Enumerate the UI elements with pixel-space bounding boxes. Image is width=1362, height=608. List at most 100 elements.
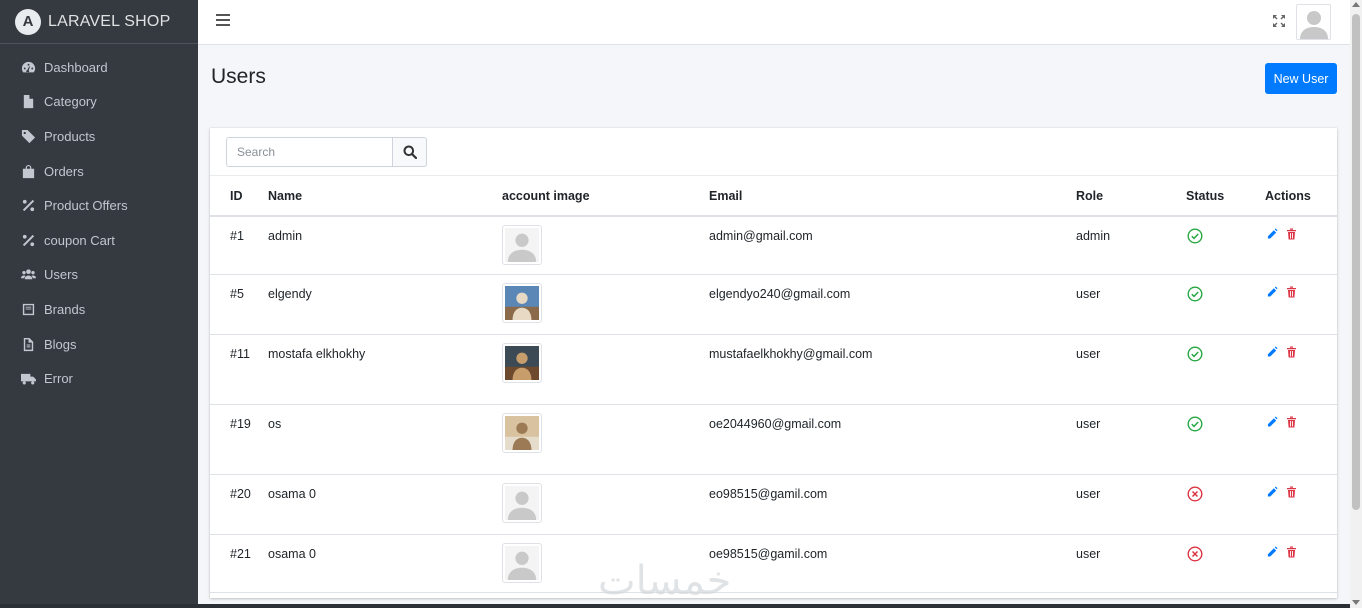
book-icon <box>20 301 36 317</box>
edit-pencil-icon[interactable] <box>1267 545 1278 558</box>
user-actions-cell <box>1265 274 1337 335</box>
sidebar-item-error[interactable]: Error <box>0 361 198 396</box>
user-id-cell: #5 <box>210 274 268 335</box>
column-header-status[interactable]: Status <box>1186 176 1265 217</box>
user-status-cell <box>1186 274 1265 335</box>
column-header-id[interactable]: ID <box>210 176 268 217</box>
user-actions-cell <box>1265 404 1337 475</box>
sidebar-item-users[interactable]: Users <box>0 258 198 293</box>
delete-trash-icon[interactable] <box>1286 416 1297 428</box>
tag-icon <box>20 128 36 144</box>
table-row: #11 mostafa elkhokhy mustafaelkhokhy@gmail… <box>210 334 1337 405</box>
user-name-cell: os <box>268 404 502 475</box>
scroll-up-arrow-icon[interactable] <box>1352 2 1360 7</box>
taskbar-edge <box>0 604 1350 608</box>
table-row: #21 osama 0 oe98515@gamil.com user <box>210 534 1337 593</box>
file-icon <box>20 94 36 110</box>
sidebar-item-blogs[interactable]: Blogs <box>0 327 198 362</box>
user-role-cell: admin <box>1076 216 1186 275</box>
delete-trash-icon[interactable] <box>1286 228 1297 240</box>
delete-trash-icon[interactable] <box>1286 346 1297 358</box>
percent-icon <box>20 232 36 248</box>
sidebar-item-category[interactable]: Category <box>0 85 198 120</box>
users-icon <box>20 267 36 283</box>
delete-trash-icon[interactable] <box>1286 546 1297 558</box>
fullscreen-icon[interactable] <box>1272 14 1286 28</box>
brand-name: LARAVEL SHOP <box>48 12 171 30</box>
user-actions-cell <box>1265 534 1337 593</box>
row-actions <box>1265 415 1337 428</box>
users-table: ID Name account image Email Role Status … <box>210 176 1337 593</box>
sidebar-item-brands[interactable]: Brands <box>0 292 198 327</box>
user-role-cell: user <box>1076 274 1186 335</box>
account-image-cell <box>502 404 709 475</box>
sidebar-item-product-offers[interactable]: Product Offers <box>0 188 198 223</box>
search-button[interactable] <box>393 137 427 167</box>
user-photo <box>502 282 542 323</box>
edit-pencil-icon[interactable] <box>1267 228 1278 240</box>
row-actions <box>1265 228 1337 240</box>
user-avatar[interactable] <box>1296 4 1331 40</box>
sidebar-item-coupon-cart[interactable]: coupon Cart <box>0 223 198 258</box>
sidebar: A LARAVEL SHOP Dashboard Category Produc… <box>0 0 198 608</box>
default-avatar <box>502 482 542 523</box>
column-header-name[interactable]: Name <box>268 176 502 217</box>
column-header-email[interactable]: Email <box>709 176 1076 217</box>
row-actions <box>1265 345 1337 358</box>
user-status-cell <box>1186 404 1265 475</box>
sidebar-item-label: Blogs <box>44 336 77 352</box>
check-circle-icon[interactable] <box>1187 228 1203 247</box>
edit-pencil-icon[interactable] <box>1267 345 1278 358</box>
top-navbar <box>198 0 1350 45</box>
sidebar-item-orders[interactable]: Orders <box>0 154 198 189</box>
edit-pencil-icon[interactable] <box>1267 485 1278 498</box>
sidebar-item-products[interactable]: Products <box>0 119 198 154</box>
sidebar-item-label: Category <box>44 94 97 110</box>
user-name-cell: osama 0 <box>268 534 502 593</box>
user-status-cell <box>1186 474 1265 535</box>
table-row: #19 os oe2044960@gmail.com user <box>210 404 1337 475</box>
column-header-account-image[interactable]: account image <box>502 176 709 217</box>
sidebar-item-label: Product Offers <box>44 198 128 214</box>
edit-pencil-icon[interactable] <box>1267 415 1278 428</box>
user-role-cell: user <box>1076 404 1186 475</box>
sidebar-item-label: Orders <box>44 163 84 179</box>
sidebar-nav: Dashboard Category Products Orders Produ… <box>0 50 198 396</box>
check-circle-icon[interactable] <box>1187 285 1203 305</box>
hamburger-menu-icon[interactable] <box>216 14 230 28</box>
user-photo <box>502 412 542 453</box>
user-name-cell: admin <box>268 216 502 275</box>
sidebar-item-dashboard[interactable]: Dashboard <box>0 50 198 85</box>
scrollbar-thumb[interactable] <box>1352 14 1360 510</box>
table-row: #1 admin admin@gmail.com admin <box>210 216 1337 275</box>
delete-trash-icon[interactable] <box>1286 286 1297 298</box>
user-role-cell: user <box>1076 474 1186 535</box>
delete-trash-icon[interactable] <box>1286 486 1297 498</box>
x-circle-icon[interactable] <box>1187 545 1203 565</box>
account-image-cell <box>502 216 709 275</box>
user-id-cell: #21 <box>210 534 268 593</box>
page-scrollbar[interactable] <box>1350 0 1362 608</box>
scroll-down-arrow-icon[interactable] <box>1352 600 1360 605</box>
user-name-cell: osama 0 <box>268 474 502 535</box>
sidebar-item-label: Brands <box>44 301 86 317</box>
brand[interactable]: A LARAVEL SHOP <box>0 0 198 44</box>
search-input[interactable] <box>226 137 393 167</box>
column-header-role[interactable]: Role <box>1076 176 1186 217</box>
sidebar-item-label: Users <box>44 267 78 283</box>
check-circle-icon[interactable] <box>1187 345 1203 365</box>
check-circle-icon[interactable] <box>1187 415 1203 435</box>
percent-icon <box>20 198 36 214</box>
user-status-cell <box>1186 334 1265 405</box>
users-table-body: #1 admin admin@gmail.com admin #5 elgendy elge… <box>210 216 1337 593</box>
user-email-cell: mustafaelkhokhy@gmail.com <box>709 334 1076 405</box>
users-card: ID Name account image Email Role Status … <box>210 128 1337 598</box>
row-actions <box>1265 485 1337 498</box>
shopping-bag-icon <box>20 163 36 179</box>
new-user-button[interactable]: New User <box>1265 63 1337 94</box>
user-id-cell: #20 <box>210 474 268 535</box>
x-circle-icon[interactable] <box>1187 485 1203 505</box>
table-row: #5 elgendy elgendyo240@gmail.com user <box>210 274 1337 335</box>
edit-pencil-icon[interactable] <box>1267 285 1278 298</box>
tachometer-icon <box>20 59 36 75</box>
